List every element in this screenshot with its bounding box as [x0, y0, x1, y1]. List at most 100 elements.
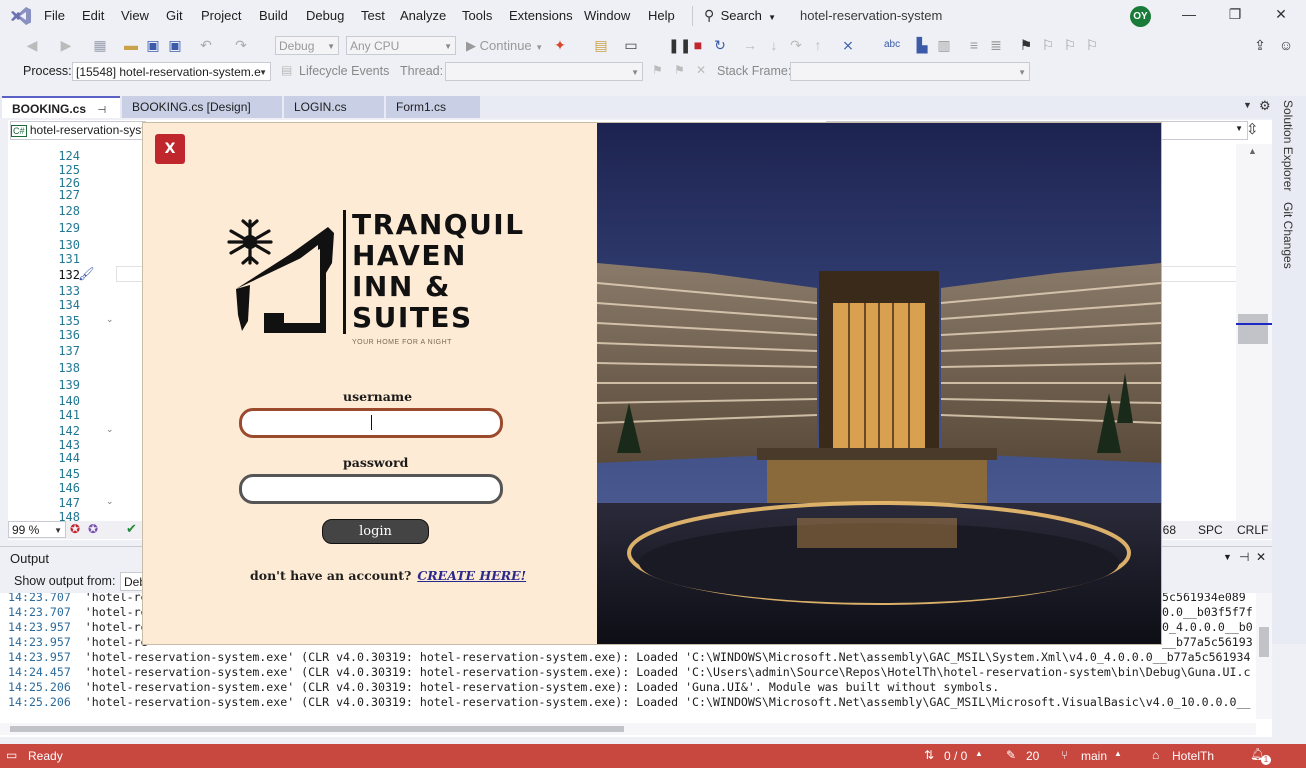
menu-tools[interactable]: Tools: [462, 8, 492, 23]
git-changes-tab[interactable]: Git Changes: [1281, 202, 1295, 269]
whitespace-mode[interactable]: SPC: [1198, 523, 1223, 537]
pending-changes[interactable]: 0 / 0: [944, 749, 967, 763]
tab-list-icon[interactable]: ▼: [1243, 100, 1252, 110]
no-issues-icon[interactable]: ✔: [126, 521, 137, 537]
intellicode-icon[interactable]: ✪: [88, 522, 98, 536]
bookmark-prev-icon[interactable]: ⚐: [1040, 37, 1056, 53]
new-item-icon[interactable]: ▦: [92, 37, 108, 53]
live-share-icon[interactable]: ⇪: [1252, 37, 1268, 53]
lifecycle-events-button[interactable]: Lifecycle Events: [299, 64, 389, 78]
spell-check-icon[interactable]: abc: [884, 37, 900, 53]
menu-test[interactable]: Test: [361, 8, 385, 23]
scroll-thumb[interactable]: [1259, 627, 1269, 657]
menu-help[interactable]: Help: [648, 8, 675, 23]
solution-explorer-tab[interactable]: Solution Explorer: [1281, 100, 1295, 191]
split-editor-icon[interactable]: ⇳: [1246, 120, 1259, 138]
configuration-dropdown[interactable]: Debug ▼: [275, 36, 339, 55]
step-into-icon[interactable]: ↓: [766, 37, 782, 53]
menu-file[interactable]: File: [44, 8, 65, 23]
quick-actions-icon[interactable]: 🖌: [78, 266, 95, 282]
line-ending[interactable]: CRLF: [1237, 523, 1268, 537]
copilot-icon[interactable]: ✪: [70, 522, 80, 536]
edit-count[interactable]: 20: [1026, 749, 1039, 763]
tab-booking-design[interactable]: BOOKING.cs [Design]: [122, 96, 282, 118]
step-over-icon[interactable]: →: [742, 37, 758, 53]
stop-icon[interactable]: ■: [690, 37, 706, 53]
menu-project[interactable]: Project: [201, 8, 241, 23]
restore-icon[interactable]: ❐: [1225, 6, 1245, 23]
flag-all-icon[interactable]: ⚑: [674, 63, 685, 77]
comment-icon[interactable]: ≡: [966, 37, 982, 53]
bookmark-icon[interactable]: ⚑: [1018, 37, 1034, 53]
pointer-icon[interactable]: ▙: [914, 37, 930, 53]
editor-scrollbar[interactable]: ▲ ▼: [1236, 144, 1272, 536]
pencil-icon[interactable]: ✎: [1006, 748, 1016, 762]
save-icon[interactable]: ▣: [145, 37, 161, 53]
settings-gear-icon[interactable]: ⚙: [1259, 98, 1271, 114]
platform-dropdown[interactable]: Any CPU ▼: [346, 36, 456, 55]
process-dropdown[interactable]: [15548] hotel-reservation-system.e ▼: [72, 62, 271, 81]
step-out-icon[interactable]: ↑: [810, 37, 826, 53]
hot-reload-icon[interactable]: ✦: [552, 37, 568, 53]
undo-icon[interactable]: ↶: [198, 37, 214, 53]
scroll-up-icon[interactable]: ▲: [1248, 146, 1257, 156]
align-icon[interactable]: ▥: [936, 37, 952, 53]
stack-frame-dropdown[interactable]: ▼: [790, 62, 1030, 81]
collapse-icon[interactable]: ⌄: [106, 314, 114, 325]
collapse-icon[interactable]: ⌄: [106, 496, 114, 507]
scroll-thumb[interactable]: [1238, 314, 1268, 344]
minimize-icon[interactable]: —: [1179, 6, 1199, 22]
navigation-dropdown[interactable]: C# hotel-reservation-syst: [10, 121, 146, 140]
menu-edit[interactable]: Edit: [82, 8, 104, 23]
output-vscrollbar[interactable]: [1256, 593, 1272, 719]
menu-view[interactable]: View: [121, 8, 149, 23]
open-folder-icon[interactable]: ▬: [123, 37, 139, 53]
thread-dropdown[interactable]: ▼: [445, 62, 643, 81]
branch-icon[interactable]: ⑂: [1061, 748, 1068, 762]
user-avatar[interactable]: OY: [1130, 6, 1151, 27]
password-input[interactable]: [239, 474, 503, 504]
search-box[interactable]: ⚲ Search ▼: [704, 7, 776, 25]
pin-icon[interactable]: ⊣: [1239, 550, 1249, 564]
menu-build[interactable]: Build: [259, 8, 288, 23]
zoom-dropdown[interactable]: 99 % ▼: [8, 521, 66, 538]
flag-thread-icon[interactable]: ⚑: [652, 63, 663, 77]
collapse-icon[interactable]: ⌄: [106, 424, 114, 435]
tab-login-cs[interactable]: LOGIN.cs: [284, 96, 384, 118]
tab-form1-cs[interactable]: Form1.cs: [386, 96, 480, 118]
visual-studio-logo-icon[interactable]: [10, 6, 32, 26]
step-back-icon[interactable]: ↷: [788, 37, 804, 53]
save-all-icon[interactable]: ▣: [167, 37, 183, 53]
bookmark-next-icon[interactable]: ⚐: [1062, 37, 1078, 53]
repo-icon[interactable]: ⌂: [1152, 748, 1159, 762]
menu-extensions[interactable]: Extensions: [509, 8, 573, 23]
feedback-icon[interactable]: ☺: [1278, 37, 1294, 53]
menu-git[interactable]: Git: [166, 8, 183, 23]
scroll-thumb[interactable]: [10, 726, 624, 732]
login-button[interactable]: login: [322, 519, 429, 544]
layout-icon[interactable]: ▭: [623, 37, 639, 53]
repo-name[interactable]: HotelTh: [1172, 749, 1214, 763]
chevron-down-icon[interactable]: ▼: [1223, 552, 1232, 562]
close-button[interactable]: X: [155, 134, 185, 164]
branch-name[interactable]: main: [1081, 749, 1107, 763]
uncomment-icon[interactable]: ≣: [988, 37, 1004, 53]
browse-icon[interactable]: ▤: [593, 37, 609, 53]
continue-button[interactable]: ▶ Continue ▼: [466, 38, 543, 54]
close-pane-icon[interactable]: ✕: [1256, 550, 1266, 564]
pause-icon[interactable]: ❚❚: [668, 37, 691, 53]
pin-icon[interactable]: ⊣: [97, 105, 106, 116]
bookmark-clear-icon[interactable]: ⚐: [1084, 37, 1100, 53]
tab-booking-cs[interactable]: BOOKING.cs ⊣ ✕: [2, 96, 120, 140]
menu-analyze[interactable]: Analyze: [400, 8, 446, 23]
menu-debug[interactable]: Debug: [306, 8, 344, 23]
back-icon[interactable]: ◀: [24, 37, 40, 53]
close-window-icon[interactable]: ✕: [1271, 6, 1291, 23]
restart-icon[interactable]: ↻: [712, 37, 728, 53]
redo-icon[interactable]: ↷: [233, 37, 249, 53]
sync-icon[interactable]: ⇅: [924, 748, 934, 762]
diagnostics-icon[interactable]: ⨯: [840, 37, 856, 53]
create-account-link[interactable]: CREATE HERE!: [417, 568, 526, 583]
output-hscrollbar[interactable]: [0, 723, 1256, 735]
forward-icon[interactable]: ▶: [58, 37, 74, 53]
